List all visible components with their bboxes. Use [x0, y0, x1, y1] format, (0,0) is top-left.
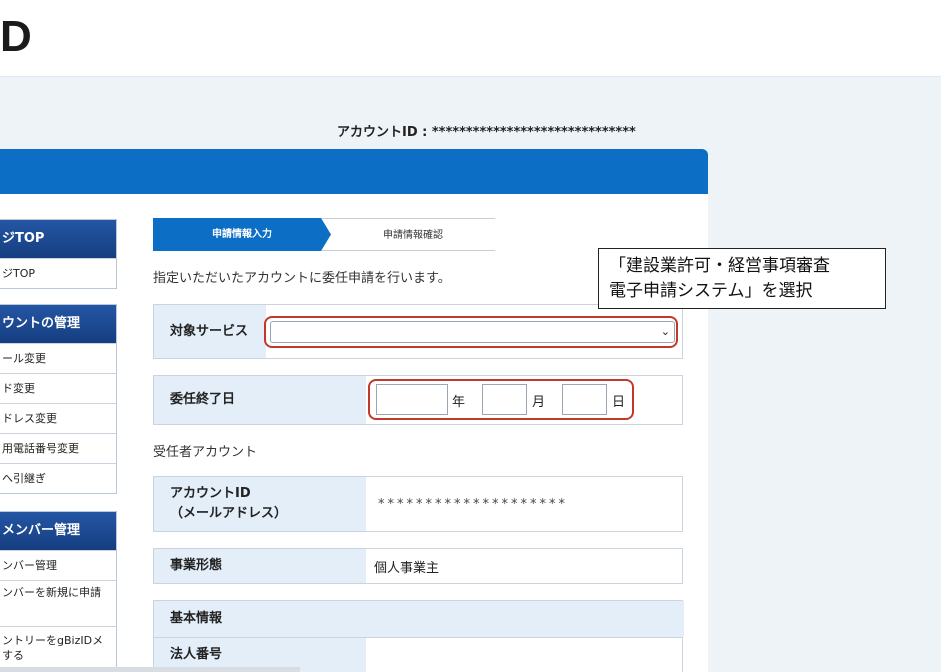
gbizid-logo: D	[0, 12, 33, 61]
basic-info-header: 基本情報	[153, 600, 684, 638]
delegate-account-label-line2: （メールアドレス）	[170, 506, 288, 521]
business-type-label: 事業形態	[154, 549, 366, 583]
delegate-account-value: ********************	[378, 496, 568, 512]
sidebar-heading-account: ウントの管理	[0, 305, 116, 343]
page-title-band	[0, 149, 708, 194]
step-input-active: 申請情報入力	[153, 218, 331, 251]
sidebar-item-handover[interactable]: へ引継ぎ	[0, 463, 116, 493]
sidebar-item-password-change[interactable]: ド変更	[0, 373, 116, 403]
sidebar-item-member-new[interactable]: ンバーを新規に申請	[0, 580, 116, 626]
horizontal-scrollbar[interactable]	[0, 667, 300, 672]
sidebar-section-account: ウントの管理 ール変更 ド変更 ドレス変更 用電話番号変更 へ引継ぎ	[0, 304, 117, 494]
sidebar-item-address-change[interactable]: ドレス変更	[0, 403, 116, 433]
sidebar-heading-mypage: ジTOP	[0, 220, 116, 258]
sidebar-item-member-manage[interactable]: ンバー管理	[0, 550, 116, 580]
intro-text: 指定いただいたアカウントに委任申請を行います。	[153, 271, 451, 286]
sidebar-item-mail-change[interactable]: ール変更	[0, 343, 116, 373]
sidebar-heading-members: メンバー管理	[0, 512, 116, 550]
highlight-end-date	[368, 379, 634, 420]
site-header: D	[0, 0, 941, 77]
callout-line1: 「建設業許可・経営事項審査	[609, 256, 830, 276]
sidebar-item-phone-change[interactable]: 用電話番号変更	[0, 433, 116, 463]
sidebar-section-mypage: ジTOP ジTOP	[0, 219, 117, 289]
sidebar-item-entry-gbizid[interactable]: ントリーをgBizIDメ する	[0, 626, 116, 670]
highlight-service-select	[264, 316, 678, 348]
service-label: 対象サービス	[154, 305, 266, 358]
progress-steps: 申請情報確認 申請情報入力	[153, 218, 505, 251]
callout-line2: 電子申請システム」を選択	[609, 281, 813, 301]
delegate-account-label: アカウントID （メールアドレス）	[154, 477, 366, 531]
step-confirm: 申請情報確認	[321, 218, 505, 251]
instruction-callout: 「建設業許可・経営事項審査 電子申請システム」を選択	[598, 248, 886, 309]
business-type-value: 個人事業主	[374, 560, 440, 576]
delegate-account-label-line1: アカウントID	[170, 486, 251, 501]
form-row-delegate-account: アカウントID （メールアドレス） ********************	[153, 476, 683, 532]
sidebar-item-mypage-top[interactable]: ジTOP	[0, 258, 116, 288]
account-id-display: アカウントID : ******************************	[337, 125, 636, 140]
form-row-business-type: 事業形態 個人事業主	[153, 548, 683, 584]
basic-info-label: 基本情報	[154, 601, 684, 637]
sidebar-section-members: メンバー管理 ンバー管理 ンバーを新規に申請 ントリーをgBizIDメ する	[0, 511, 117, 672]
delegate-heading: 受任者アカウント	[153, 445, 258, 460]
end-date-label: 委任終了日	[154, 376, 366, 424]
